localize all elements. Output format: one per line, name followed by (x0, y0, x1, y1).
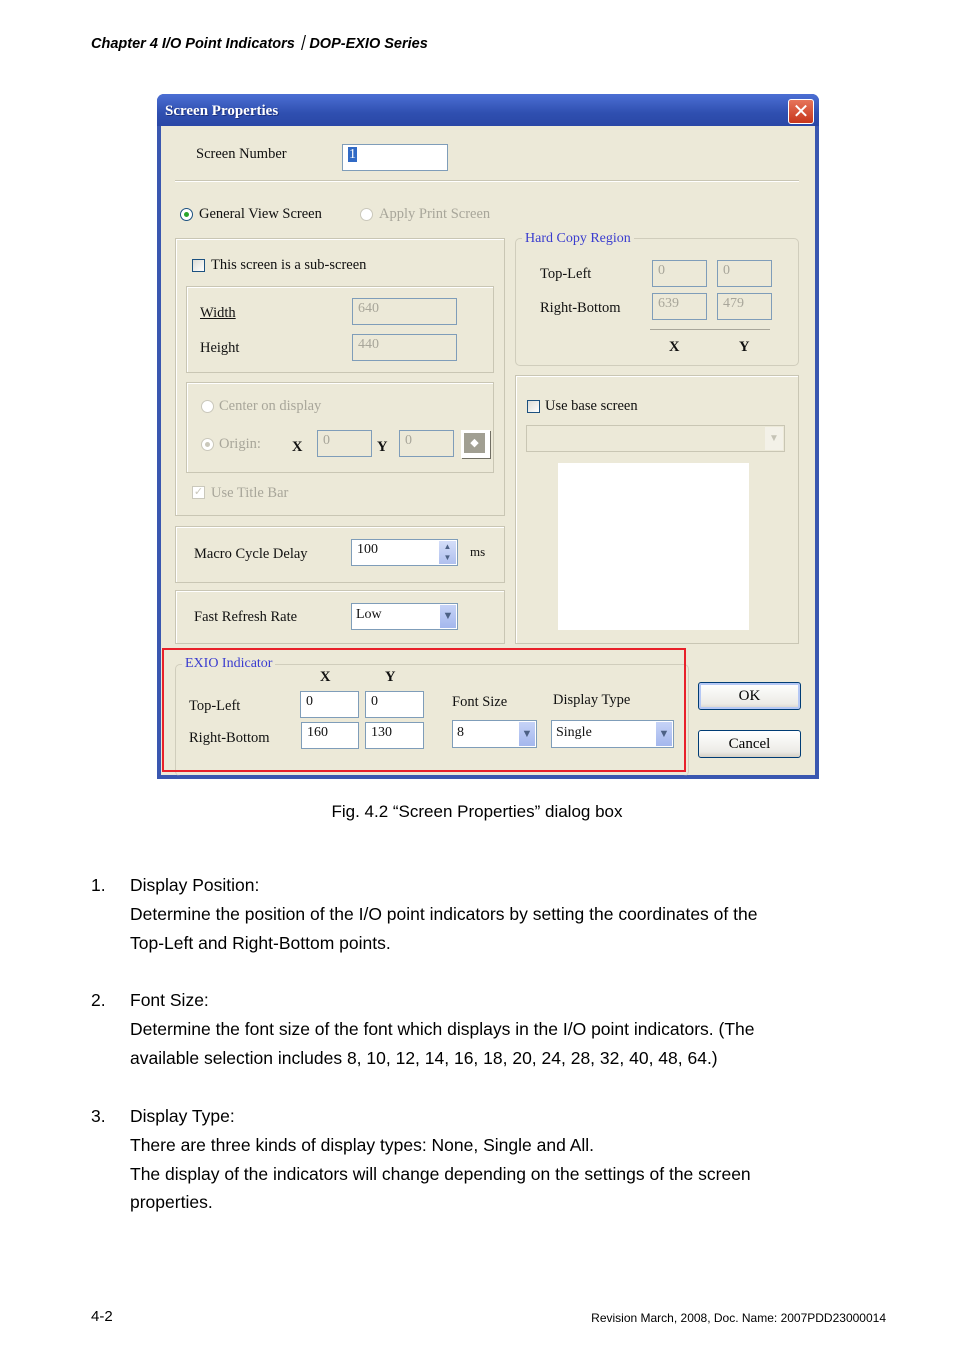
axis-divider (650, 329, 770, 330)
item-number: 1. (91, 875, 106, 895)
origin-x-input[interactable]: 0 (317, 430, 372, 457)
eraser-icon: ◆ (464, 433, 485, 453)
use-base-screen-checkbox[interactable] (527, 400, 540, 413)
width-label: Width (200, 305, 236, 321)
macro-cycle-spinner[interactable]: 100 ▲ ▼ (351, 539, 458, 566)
item-line: properties. (130, 1192, 213, 1212)
general-view-label: General View Screen (199, 206, 322, 222)
close-button[interactable]: ✕ (788, 99, 814, 124)
item-title: Font Size: (130, 990, 209, 1010)
separator (175, 180, 799, 182)
origin-y-label: Y (377, 439, 388, 455)
close-icon: ✕ (792, 99, 810, 123)
revision-note: Revision March, 2008, Doc. Name: 2007PDD… (591, 1311, 886, 1325)
fast-refresh-label: Fast Refresh Rate (194, 609, 298, 625)
hard-copy-y-label: Y (739, 339, 750, 355)
item-title: Display Position: (130, 875, 260, 895)
page-header: Chapter 4 I/O Point Indicators｜DOP-EXIO … (91, 36, 428, 52)
fast-refresh-select[interactable]: Low ▼ (351, 603, 458, 630)
item-line: The display of the indicators will chang… (130, 1164, 751, 1184)
use-title-bar-checkbox[interactable]: ✓ (192, 486, 205, 499)
page-number: 4-2 (91, 1308, 113, 1325)
origin-radio[interactable] (201, 438, 214, 451)
item-line: Determine the position of the I/O point … (130, 904, 758, 924)
item-title: Display Type: (130, 1106, 235, 1126)
origin-y-input[interactable]: 0 (399, 430, 454, 457)
base-screen-preview (558, 463, 749, 630)
width-input[interactable]: 640 (352, 298, 457, 325)
origin-x-label: X (292, 439, 303, 455)
sub-screen-label: This screen is a sub-screen (211, 257, 367, 273)
highlight-box (162, 648, 686, 772)
macro-cycle-unit: ms (470, 544, 486, 559)
base-screen-select[interactable]: ▼ (526, 425, 785, 452)
height-label: Height (200, 340, 240, 356)
pick-origin-button[interactable]: ◆ (461, 430, 490, 458)
screen-number-label: Screen Number (196, 146, 287, 162)
item-line: Determine the font size of the font whic… (130, 1019, 755, 1039)
apply-print-label: Apply Print Screen (379, 206, 491, 222)
hard-copy-x-label: X (669, 339, 680, 355)
hard-copy-right-bottom-y[interactable]: 479 (717, 293, 772, 320)
macro-cycle-label: Macro Cycle Delay (194, 546, 308, 562)
dialog-title: Screen Properties (165, 103, 279, 119)
sub-screen-checkbox[interactable] (192, 259, 205, 272)
item-line: Top-Left and Right-Bottom points. (130, 933, 391, 953)
hard-copy-title: Hard Copy Region (522, 231, 634, 247)
center-display-label: Center on display (219, 398, 322, 414)
sub-screen-group (175, 238, 505, 516)
spin-arrows[interactable]: ▲ ▼ (439, 541, 456, 564)
item-number: 2. (91, 990, 106, 1010)
cancel-button[interactable]: Cancel (698, 730, 801, 758)
general-view-radio[interactable] (180, 208, 193, 221)
position-group (186, 382, 494, 473)
item-line: There are three kinds of display types: … (130, 1135, 595, 1155)
hard-copy-top-left-x[interactable]: 0 (652, 260, 707, 287)
screen-number-input[interactable]: 1 (342, 144, 448, 171)
item-number: 3. (91, 1106, 106, 1126)
hard-copy-right-bottom-label: Right-Bottom (540, 300, 621, 316)
use-title-bar-label: Use Title Bar (211, 485, 289, 501)
spin-down-icon[interactable]: ▼ (439, 552, 456, 563)
chevron-down-icon[interactable]: ▼ (765, 427, 783, 450)
chevron-down-icon[interactable]: ▼ (439, 605, 456, 628)
center-display-radio[interactable] (201, 400, 214, 413)
screen-properties-dialog: Screen Properties ✕ Screen Number 1 Gene… (157, 94, 819, 779)
spin-up-icon[interactable]: ▲ (439, 541, 456, 552)
figure-caption: Fig. 4.2 “Screen Properties” dialog box (331, 802, 623, 821)
hard-copy-right-bottom-x[interactable]: 639 (652, 293, 707, 320)
use-base-screen-label: Use base screen (545, 398, 638, 414)
origin-label: Origin: (219, 436, 261, 452)
height-input[interactable]: 440 (352, 334, 457, 361)
ok-button[interactable]: OK (698, 682, 801, 710)
hard-copy-top-left-y[interactable]: 0 (717, 260, 772, 287)
title-bar[interactable]: Screen Properties ✕ (157, 94, 819, 126)
hard-copy-top-left-label: Top-Left (540, 266, 592, 282)
apply-print-radio[interactable] (360, 208, 373, 221)
item-line: available selection includes 8, 10, 12, … (130, 1048, 718, 1068)
